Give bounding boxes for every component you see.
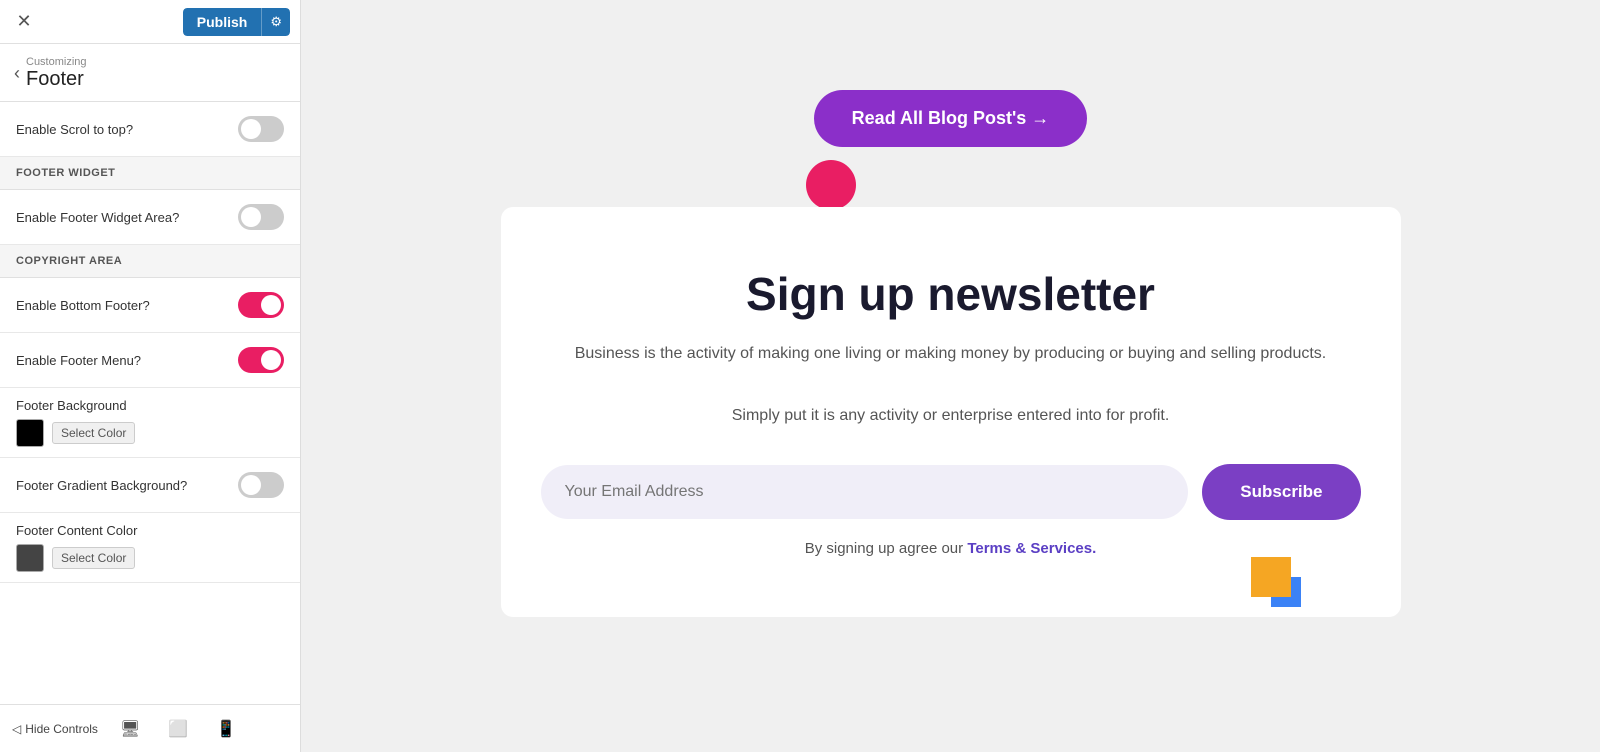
newsletter-desc-1: Business is the activity of making one l… (541, 341, 1361, 367)
footer-widget-slider (238, 204, 284, 230)
footer-gradient-slider (238, 472, 284, 498)
footer-widget-header: FOOTER WIDGET (0, 157, 300, 190)
footer-menu-toggle[interactable] (238, 347, 284, 373)
scroll-to-top-toggle[interactable] (238, 116, 284, 142)
breadcrumb-title: Footer (26, 68, 87, 91)
breadcrumb: ‹ Customizing Footer (0, 44, 300, 102)
back-button[interactable]: ‹ (14, 63, 20, 84)
newsletter-section: Sign up newsletter Business is the activ… (501, 207, 1401, 617)
preview-panel: Read All Blog Post's → Sign up newslette… (301, 0, 1600, 752)
email-input[interactable] (541, 465, 1189, 519)
footer-gradient-label: Footer Gradient Background? (16, 478, 187, 493)
scroll-to-top-label: Enable Scrol to top? (16, 122, 133, 137)
mobile-icon: 📱 (216, 721, 236, 738)
subscribe-button[interactable]: Subscribe (1202, 464, 1360, 520)
bottom-footer-slider (238, 292, 284, 318)
copyright-area-header: COPYRIGHT AREA (0, 245, 300, 278)
corner-decoration (1251, 557, 1291, 597)
footer-content-select-label: Select Color (52, 547, 135, 569)
footer-menu-slider (238, 347, 284, 373)
yellow-square (1251, 557, 1291, 597)
scroll-to-top-slider (238, 116, 284, 142)
hide-controls-button[interactable]: ◁ Hide Controls (12, 722, 98, 736)
footer-gradient-row: Footer Gradient Background? (0, 458, 300, 513)
footer-bg-color-row: Footer Background Select Color (0, 388, 300, 458)
footer-content-color-row: Footer Content Color Select Color (0, 513, 300, 583)
terms-text: By signing up agree our Terms & Services… (541, 540, 1361, 557)
bottom-footer-toggle[interactable] (238, 292, 284, 318)
bottom-footer-row: Enable Bottom Footer? (0, 278, 300, 333)
tablet-icon: ⬜ (168, 721, 188, 738)
pink-circle-decoration (806, 160, 856, 210)
footer-menu-row: Enable Footer Menu? (0, 333, 300, 388)
panel-content: Enable Scrol to top? FOOTER WIDGET Enabl… (0, 102, 300, 704)
publish-button[interactable]: Publish (183, 8, 262, 36)
hide-controls-label: Hide Controls (25, 722, 98, 736)
footer-content-color-button[interactable]: Select Color (16, 544, 284, 572)
footer-gradient-toggle[interactable] (238, 472, 284, 498)
desktop-icon: 🖥 (120, 721, 140, 738)
bottom-footer-label: Enable Bottom Footer? (16, 298, 150, 313)
footer-bg-swatch (16, 419, 44, 447)
footer-widget-toggle[interactable] (238, 204, 284, 230)
bottom-bar: ◁ Hide Controls 🖥 ⬜ 📱 (0, 704, 300, 752)
breadcrumb-sub: Customizing (26, 56, 87, 68)
desktop-device-button[interactable]: 🖥 (114, 715, 146, 743)
read-blog-button[interactable]: Read All Blog Post's → (814, 90, 1088, 147)
newsletter-desc-2: Simply put it is any activity or enterpr… (541, 403, 1361, 429)
footer-content-swatch (16, 544, 44, 572)
mobile-device-button[interactable]: 📱 (210, 715, 242, 743)
top-bar: ✕ Publish ⚙ (0, 0, 300, 44)
terms-link[interactable]: Terms & Services. (967, 540, 1096, 557)
tablet-device-button[interactable]: ⬜ (162, 715, 194, 743)
footer-widget-row: Enable Footer Widget Area? (0, 190, 300, 245)
close-button[interactable]: ✕ (10, 8, 38, 36)
footer-widget-label: Enable Footer Widget Area? (16, 210, 179, 225)
footer-content-color-label: Footer Content Color (16, 523, 284, 538)
footer-bg-color-button[interactable]: Select Color (16, 419, 284, 447)
newsletter-form: Subscribe (541, 464, 1361, 520)
publish-gear-button[interactable]: ⚙ (261, 8, 290, 36)
footer-menu-label: Enable Footer Menu? (16, 353, 141, 368)
left-panel: ✕ Publish ⚙ ‹ Customizing Footer Enable … (0, 0, 301, 752)
hide-controls-icon: ◁ (12, 722, 21, 736)
footer-bg-select-label: Select Color (52, 422, 135, 444)
footer-bg-label: Footer Background (16, 398, 284, 413)
newsletter-title: Sign up newsletter (541, 267, 1361, 321)
scroll-to-top-row: Enable Scrol to top? (0, 102, 300, 157)
